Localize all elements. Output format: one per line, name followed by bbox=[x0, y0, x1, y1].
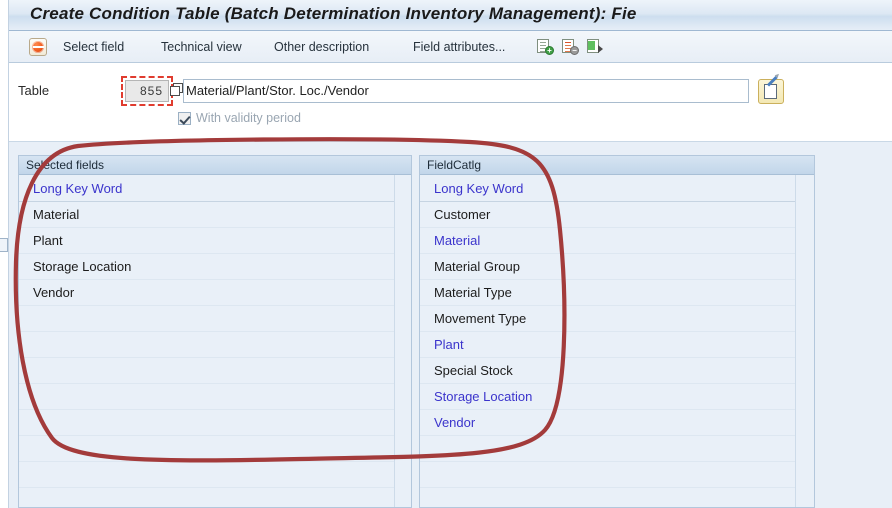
list-item-empty[interactable] bbox=[19, 410, 394, 436]
selected-fields-panel: Selected fields Long Key Word Material Pla… bbox=[18, 155, 412, 508]
table-number-field-wrapper: 855 bbox=[121, 76, 173, 106]
list-item-empty[interactable] bbox=[420, 462, 795, 488]
page-title: Create Condition Table (Batch Determinat… bbox=[30, 4, 637, 23]
with-validity-period-label: With validity period bbox=[196, 111, 301, 125]
list-item[interactable]: Material Group bbox=[420, 254, 795, 280]
field-catalog-panel-header: FieldCatlg bbox=[420, 156, 814, 175]
list-column-header[interactable]: Long Key Word bbox=[19, 175, 394, 202]
list-item[interactable]: Material Type bbox=[420, 280, 795, 306]
list-item[interactable]: Material bbox=[19, 202, 394, 228]
list-item-empty[interactable] bbox=[19, 306, 394, 332]
select-field-button[interactable]: Select field bbox=[63, 31, 124, 63]
selected-fields-list[interactable]: Long Key Word Material Plant Storage Locati… bbox=[19, 175, 411, 507]
add-field-icon[interactable]: + bbox=[537, 39, 554, 55]
sap-application-window: Create Condition Table (Batch Determinat… bbox=[0, 0, 892, 508]
selected-fields-column: Long Key Word Material Plant Storage Locati… bbox=[19, 175, 394, 507]
technical-view-button[interactable]: Technical view bbox=[161, 31, 242, 63]
list-item[interactable]: Special Stock bbox=[420, 358, 795, 384]
list-item[interactable]: Material bbox=[420, 228, 795, 254]
list-column-header[interactable]: Long Key Word bbox=[420, 175, 795, 202]
list-item-empty[interactable] bbox=[19, 462, 394, 488]
list-item[interactable]: Vendor bbox=[19, 280, 394, 306]
field-catalog-list[interactable]: Long Key Word Customer Material Material Gr… bbox=[420, 175, 814, 507]
edit-pencil-icon[interactable] bbox=[758, 75, 784, 104]
selected-fields-panel-header: Selected fields bbox=[19, 156, 411, 175]
list-item-empty[interactable] bbox=[420, 436, 795, 462]
table-label: Table bbox=[18, 83, 50, 98]
with-validity-period-checkbox[interactable] bbox=[178, 111, 191, 125]
technical-view-label: Technical view bbox=[161, 40, 242, 54]
other-description-button[interactable]: Other description bbox=[274, 31, 369, 63]
other-description-label: Other description bbox=[274, 40, 370, 54]
field-attributes-button[interactable]: Field attributes... bbox=[413, 31, 505, 63]
list-item-empty[interactable] bbox=[19, 332, 394, 358]
field-catalog-column: Long Key Word Customer Material Material Gr… bbox=[420, 175, 795, 507]
table-description-input[interactable]: Material/Plant/Stor. Loc./Vendor bbox=[183, 79, 749, 103]
field-catalog-panel: FieldCatlg Long Key Word Customer Material… bbox=[419, 155, 815, 508]
select-field-icon[interactable] bbox=[29, 38, 47, 56]
with-validity-period-checkbox-row[interactable]: With validity period bbox=[178, 111, 301, 125]
list-item[interactable]: Vendor bbox=[420, 410, 795, 436]
multi-selection-icon[interactable] bbox=[170, 83, 184, 97]
window-left-gutter bbox=[0, 0, 9, 508]
list-item[interactable]: Movement Type bbox=[420, 306, 795, 332]
application-toolbar: Select field Technical view Other descri… bbox=[9, 31, 892, 63]
gutter-stub-icon bbox=[0, 238, 8, 252]
window-title-bar: Create Condition Table (Batch Determinat… bbox=[9, 0, 892, 31]
remove-field-icon[interactable]: − bbox=[562, 39, 579, 55]
list-item[interactable]: Storage Location bbox=[19, 254, 394, 280]
list-item-empty[interactable] bbox=[420, 488, 795, 507]
select-field-label: Select field bbox=[63, 40, 125, 54]
list-item-empty[interactable] bbox=[19, 384, 394, 410]
field-attributes-label: Field attributes... bbox=[413, 40, 506, 54]
list-item[interactable]: Customer bbox=[420, 202, 795, 228]
list-item[interactable]: Storage Location bbox=[420, 384, 795, 410]
list-item[interactable]: Plant bbox=[19, 228, 394, 254]
list-item[interactable]: Plant bbox=[420, 332, 795, 358]
column-divider bbox=[394, 175, 395, 507]
list-item-empty[interactable] bbox=[19, 358, 394, 384]
table-number-input[interactable]: 855 bbox=[125, 80, 169, 102]
list-item-empty[interactable] bbox=[19, 488, 394, 507]
list-item-empty[interactable] bbox=[19, 436, 394, 462]
column-divider bbox=[795, 175, 796, 507]
propose-field-icon[interactable] bbox=[587, 39, 604, 55]
